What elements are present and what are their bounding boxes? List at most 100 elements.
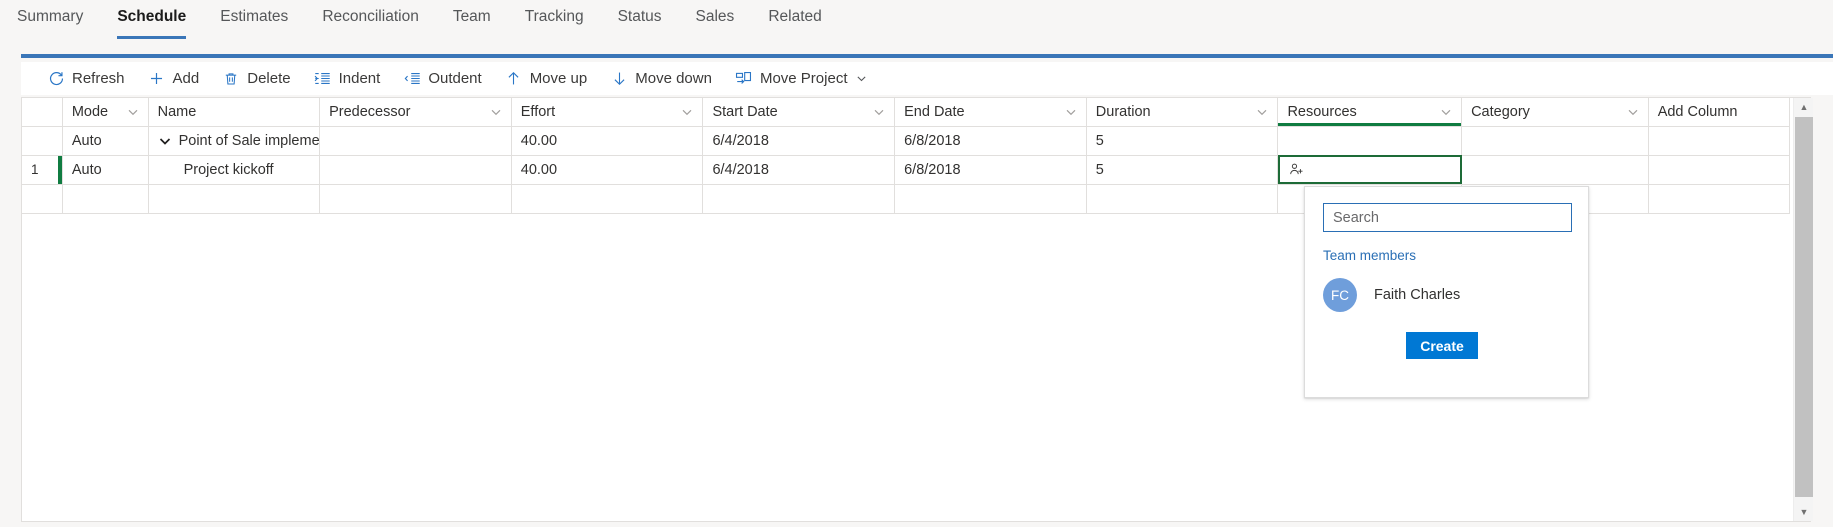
chevron-down-icon[interactable] bbox=[1440, 106, 1452, 118]
indent-label: Indent bbox=[338, 70, 381, 87]
cell-add_column[interactable] bbox=[1648, 184, 1791, 214]
outdent-icon bbox=[403, 70, 421, 88]
cell-category[interactable] bbox=[1461, 155, 1649, 185]
cell-add_column[interactable] bbox=[1648, 155, 1791, 185]
search-field-wrapper[interactable] bbox=[1323, 203, 1572, 232]
cell-mode[interactable]: Auto bbox=[62, 126, 149, 156]
move-up-button[interactable]: Move up bbox=[496, 64, 597, 94]
create-button[interactable]: Create bbox=[1406, 332, 1478, 359]
refresh-button[interactable]: Refresh bbox=[38, 64, 134, 94]
cell-mode[interactable] bbox=[62, 184, 149, 214]
column-header-category[interactable]: Category bbox=[1461, 98, 1649, 127]
cell-predecessor[interactable] bbox=[319, 155, 512, 185]
column-header-label: Resources bbox=[1287, 103, 1357, 120]
nav-item-label: Team bbox=[452, 8, 491, 25]
column-header-label: Start Date bbox=[712, 103, 778, 120]
nav-divider bbox=[21, 54, 1833, 58]
nav-item-team[interactable]: Team bbox=[436, 6, 508, 36]
cell-effort[interactable] bbox=[511, 184, 704, 214]
cell-value: 6/8/2018 bbox=[904, 132, 961, 149]
cell-duration[interactable]: 5 bbox=[1086, 126, 1279, 156]
chevron-down-icon[interactable] bbox=[490, 106, 502, 118]
indent-button[interactable]: Indent bbox=[305, 64, 390, 94]
vertical-scrollbar[interactable]: ▲ ▼ bbox=[1793, 98, 1813, 521]
nav-item-label: Sales bbox=[695, 8, 735, 25]
column-header-label: Category bbox=[1471, 103, 1530, 120]
delete-label: Delete bbox=[247, 70, 291, 87]
column-header-effort[interactable]: Effort bbox=[511, 98, 704, 127]
column-header-resources[interactable]: Resources bbox=[1277, 98, 1463, 127]
scrollbar-thumb[interactable] bbox=[1795, 117, 1813, 497]
chevron-down-icon[interactable] bbox=[127, 106, 139, 118]
chevron-down-icon[interactable] bbox=[681, 106, 693, 118]
cell-mode[interactable]: Auto bbox=[62, 155, 149, 185]
chevron-down-icon[interactable] bbox=[158, 133, 173, 148]
column-header-end_date[interactable]: End Date bbox=[894, 98, 1087, 127]
nav-item-summary[interactable]: Summary bbox=[0, 6, 100, 36]
cell-duration[interactable]: 5 bbox=[1086, 155, 1279, 185]
nav-item-estimates[interactable]: Estimates bbox=[203, 6, 305, 36]
cell-resources[interactable] bbox=[1277, 126, 1463, 156]
indent-icon bbox=[314, 70, 332, 88]
cell-end_date[interactable]: 6/8/2018 bbox=[894, 126, 1087, 156]
nav-item-reconciliation[interactable]: Reconciliation bbox=[305, 6, 436, 36]
chevron-down-icon[interactable] bbox=[1627, 106, 1639, 118]
outdent-button[interactable]: Outdent bbox=[394, 64, 490, 94]
cell-add_column[interactable] bbox=[1648, 126, 1791, 156]
cell-resources-selected[interactable] bbox=[1277, 155, 1463, 185]
chevron-down-icon[interactable] bbox=[856, 73, 867, 84]
nav-item-label: Tracking bbox=[524, 8, 584, 25]
cell-category[interactable] bbox=[1461, 126, 1649, 156]
cell-name[interactable]: Project kickoff bbox=[148, 155, 321, 185]
column-header-label: Duration bbox=[1095, 103, 1151, 120]
arrow-down-icon bbox=[610, 70, 628, 88]
column-header-rownum[interactable] bbox=[22, 98, 63, 127]
team-members-label: Team members bbox=[1323, 248, 1417, 263]
table-row[interactable]: Auto Point of Sale implementati 40.00 6/4/2… bbox=[22, 126, 1791, 156]
nav-item-status[interactable]: Status bbox=[601, 6, 679, 36]
nav-item-tracking[interactable]: Tracking bbox=[508, 6, 601, 36]
chevron-down-icon[interactable] bbox=[1256, 106, 1268, 118]
move-down-button[interactable]: Move down bbox=[601, 64, 721, 94]
table-row[interactable]: 1 Auto Project kickoff 40.00 6/4/2018 6/8/201… bbox=[22, 155, 1791, 185]
nav-item-schedule[interactable]: Schedule bbox=[100, 6, 203, 39]
cell-name[interactable]: Point of Sale implementati bbox=[148, 126, 321, 156]
nav-item-sales[interactable]: Sales bbox=[679, 6, 752, 36]
triangle-up-icon[interactable]: ▲ bbox=[1794, 98, 1814, 116]
column-header-add_column[interactable]: Add Column bbox=[1648, 98, 1791, 127]
cell-predecessor[interactable] bbox=[319, 126, 512, 156]
delete-button[interactable]: Delete bbox=[213, 64, 299, 94]
row-number[interactable] bbox=[22, 184, 63, 214]
column-header-start_date[interactable]: Start Date bbox=[702, 98, 896, 127]
add-label: Add bbox=[172, 70, 200, 87]
column-header-name[interactable]: Name bbox=[148, 98, 321, 127]
move-project-icon bbox=[735, 70, 753, 88]
column-header-mode[interactable]: Mode bbox=[62, 98, 149, 127]
cell-start_date[interactable] bbox=[702, 184, 896, 214]
cell-start_date[interactable]: 6/4/2018 bbox=[702, 126, 896, 156]
chevron-down-icon[interactable] bbox=[1065, 106, 1077, 118]
nav-item-related[interactable]: Related bbox=[751, 6, 838, 36]
chevron-down-icon[interactable] bbox=[873, 106, 885, 118]
person-name: Faith Charles bbox=[1374, 287, 1461, 303]
cell-effort[interactable]: 40.00 bbox=[511, 155, 704, 185]
cell-duration[interactable] bbox=[1086, 184, 1279, 214]
cell-effort[interactable]: 40.00 bbox=[511, 126, 704, 156]
cell-start_date[interactable]: 6/4/2018 bbox=[702, 155, 896, 185]
list-item[interactable]: FC Faith Charles bbox=[1323, 273, 1572, 317]
column-header-duration[interactable]: Duration bbox=[1086, 98, 1279, 127]
triangle-down-icon[interactable]: ▼ bbox=[1794, 503, 1814, 521]
search-input[interactable] bbox=[1331, 203, 1571, 232]
people-add-icon[interactable] bbox=[1287, 161, 1305, 179]
cell-predecessor[interactable] bbox=[319, 184, 512, 214]
cell-name[interactable] bbox=[148, 184, 321, 214]
add-button[interactable]: Add bbox=[139, 64, 209, 94]
move-project-button[interactable]: Move Project bbox=[726, 64, 876, 94]
row-number[interactable] bbox=[22, 126, 63, 156]
cell-value: Auto bbox=[71, 132, 102, 149]
column-header-predecessor[interactable]: Predecessor bbox=[319, 98, 512, 127]
cell-value: 5 bbox=[1095, 132, 1104, 149]
cell-end_date[interactable]: 6/8/2018 bbox=[894, 155, 1087, 185]
cell-end_date[interactable] bbox=[894, 184, 1087, 214]
row-number[interactable]: 1 bbox=[22, 155, 63, 185]
